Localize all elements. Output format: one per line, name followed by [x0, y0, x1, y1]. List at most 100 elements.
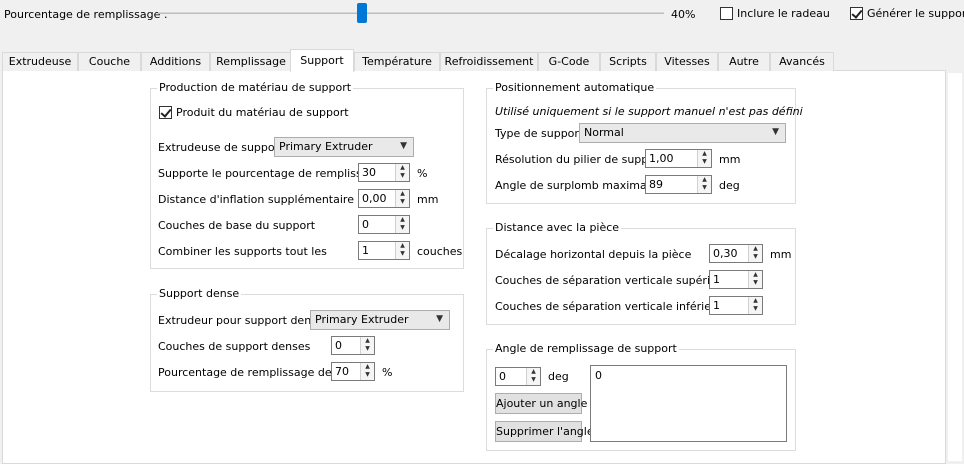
tab-additions[interactable]: Additions: [141, 52, 210, 71]
remove-angle-button[interactable]: Supprimer l'angle: [495, 421, 594, 442]
panel-scrollbar[interactable]: [946, 70, 964, 464]
stepper-down-icon[interactable]: ▼: [396, 250, 409, 258]
stepper-down-icon[interactable]: ▼: [698, 184, 711, 192]
angle-list[interactable]: 0: [590, 365, 787, 442]
tab-remplissage[interactable]: Remplissage: [210, 52, 292, 71]
dense-layers-value: 0: [335, 339, 342, 352]
stepper-down-icon[interactable]: ▼: [749, 279, 762, 287]
support-fill-pct-label: Supporte le pourcentage de remplissage: [158, 167, 383, 180]
list-item[interactable]: 0: [595, 369, 602, 383]
stepper-up-icon[interactable]: ▲: [749, 297, 762, 305]
tab-couche[interactable]: Couche: [78, 52, 141, 71]
dense-extruder-label: Extrudeur pour support dense: [158, 314, 324, 327]
stepper-down-icon[interactable]: ▼: [361, 371, 374, 379]
tab-scripts[interactable]: Scripts: [600, 52, 656, 71]
tab-support[interactable]: Support: [290, 49, 354, 72]
support-type-label: Type de support: [495, 127, 584, 140]
support-fill-pct-value: 30: [362, 166, 376, 179]
stepper-down-icon[interactable]: ▼: [749, 305, 762, 313]
dense-extruder-select[interactable]: Primary Extruder ▼: [310, 310, 450, 330]
add-angle-button[interactable]: Ajouter un angle: [495, 393, 587, 414]
produce-support-checkbox[interactable]: [159, 106, 172, 119]
pillar-resolution-stepper[interactable]: 1,00 ▲ ▼: [645, 149, 712, 168]
tab-refroidissement[interactable]: Refroidissement: [440, 52, 538, 71]
stepper-down-icon[interactable]: ▼: [361, 345, 374, 353]
base-layers-stepper[interactable]: 0 ▲ ▼: [358, 215, 410, 234]
base-layers-label: Couches de base du support: [158, 219, 316, 232]
stepper-up-icon[interactable]: ▲: [396, 164, 409, 172]
overhang-angle-unit: deg: [719, 179, 740, 192]
produce-support-label: Produit du matériau de support: [176, 106, 349, 119]
stepper-up-icon[interactable]: ▲: [361, 363, 374, 371]
stepper-down-icon[interactable]: ▼: [396, 198, 409, 206]
tab-vitesses[interactable]: Vitesses: [656, 52, 718, 71]
tab-temperature[interactable]: Température: [354, 52, 440, 71]
support-extruder-select[interactable]: Primary Extruder ▼: [274, 137, 414, 157]
stepper-down-icon[interactable]: ▼: [749, 253, 762, 261]
dense-fill-stepper[interactable]: 70 ▲ ▼: [331, 362, 375, 381]
combine-supports-label: Combiner les supports tout les: [158, 245, 327, 258]
stepper-up-icon[interactable]: ▲: [698, 176, 711, 184]
bottom-separation-label: Couches de séparation verticale inférieu…: [495, 300, 730, 313]
stepper-up-icon[interactable]: ▲: [749, 245, 762, 253]
base-layers-value: 0: [362, 218, 369, 231]
part-distance-group-title: Distance avec la pièce: [493, 221, 622, 235]
xy-offset-unit: mm: [770, 248, 792, 261]
combine-supports-unit: couches: [417, 245, 463, 258]
infill-angle-group-title: Angle de remplissage de support: [493, 342, 679, 356]
support-tab-panel: [2, 70, 946, 464]
chevron-down-icon: ▼: [400, 141, 407, 151]
stepper-up-icon[interactable]: ▲: [396, 190, 409, 198]
dense-layers-stepper[interactable]: 0 ▲ ▼: [331, 336, 375, 355]
support-fill-pct-unit: %: [417, 167, 428, 180]
support-extruder-value: Primary Extruder: [279, 140, 373, 153]
dense-support-group-title: Support dense: [157, 287, 242, 301]
stepper-up-icon[interactable]: ▲: [698, 150, 711, 158]
stepper-down-icon[interactable]: ▼: [396, 172, 409, 180]
dense-fill-unit: %: [382, 366, 393, 379]
support-extruder-label: Extrudeuse de support: [158, 141, 284, 154]
stepper-up-icon[interactable]: ▲: [396, 216, 409, 224]
support-type-select[interactable]: Normal ▼: [579, 123, 786, 143]
fill-percentage-value: 40%: [671, 8, 696, 21]
generate-support-checkbox[interactable]: [850, 7, 863, 20]
xy-offset-value: 0,30: [713, 247, 738, 260]
stepper-down-icon[interactable]: ▼: [698, 158, 711, 166]
bottom-separation-value: 1: [713, 299, 720, 312]
tab-autre[interactable]: Autre: [718, 52, 770, 71]
infill-angle-stepper[interactable]: 0 ▲ ▼: [495, 367, 541, 386]
inflation-distance-label: Distance d'inflation supplémentaire: [158, 193, 354, 206]
xy-offset-stepper[interactable]: 0,30 ▲ ▼: [709, 244, 763, 263]
auto-position-note: Utilisé uniquement si le support manuel …: [495, 105, 803, 118]
stepper-down-icon[interactable]: ▼: [396, 224, 409, 232]
bottom-separation-stepper[interactable]: 1 ▲ ▼: [709, 296, 763, 315]
overhang-angle-stepper[interactable]: 89 ▲ ▼: [645, 175, 712, 194]
fill-percentage-slider-thumb[interactable]: [357, 3, 367, 23]
top-separation-label: Couches de séparation verticale supérieu…: [495, 274, 735, 287]
scrollbar-thumb[interactable]: [948, 73, 962, 461]
support-type-value: Normal: [584, 126, 624, 139]
top-separation-stepper[interactable]: 1 ▲ ▼: [709, 270, 763, 289]
combine-supports-stepper[interactable]: 1 ▲ ▼: [358, 241, 410, 260]
tab-avances[interactable]: Avancés: [770, 52, 834, 71]
include-brim-checkbox[interactable]: [720, 7, 733, 20]
fill-percentage-slider-track[interactable]: [158, 12, 664, 14]
tab-extrudeuse[interactable]: Extrudeuse: [2, 52, 78, 71]
combine-supports-value: 1: [362, 244, 369, 257]
stepper-up-icon[interactable]: ▲: [527, 368, 540, 376]
stepper-up-icon[interactable]: ▲: [749, 271, 762, 279]
fill-percentage-label: Pourcentage de remplissage :: [4, 8, 168, 21]
dense-fill-value: 70: [335, 365, 349, 378]
tab-gcode[interactable]: G-Code: [538, 52, 600, 71]
stepper-down-icon[interactable]: ▼: [527, 376, 540, 384]
top-separation-value: 1: [713, 273, 720, 286]
infill-angle-value: 0: [499, 370, 506, 383]
stepper-up-icon[interactable]: ▲: [361, 337, 374, 345]
stepper-up-icon[interactable]: ▲: [396, 242, 409, 250]
pillar-resolution-unit: mm: [719, 153, 741, 166]
infill-angle-unit: deg: [548, 370, 569, 383]
support-fill-pct-stepper[interactable]: 30 ▲ ▼: [358, 163, 410, 182]
dense-layers-label: Couches de support denses: [158, 340, 311, 353]
inflation-distance-stepper[interactable]: 0,00 ▲ ▼: [358, 189, 410, 208]
xy-offset-label: Décalage horizontal depuis la pièce: [495, 248, 692, 261]
